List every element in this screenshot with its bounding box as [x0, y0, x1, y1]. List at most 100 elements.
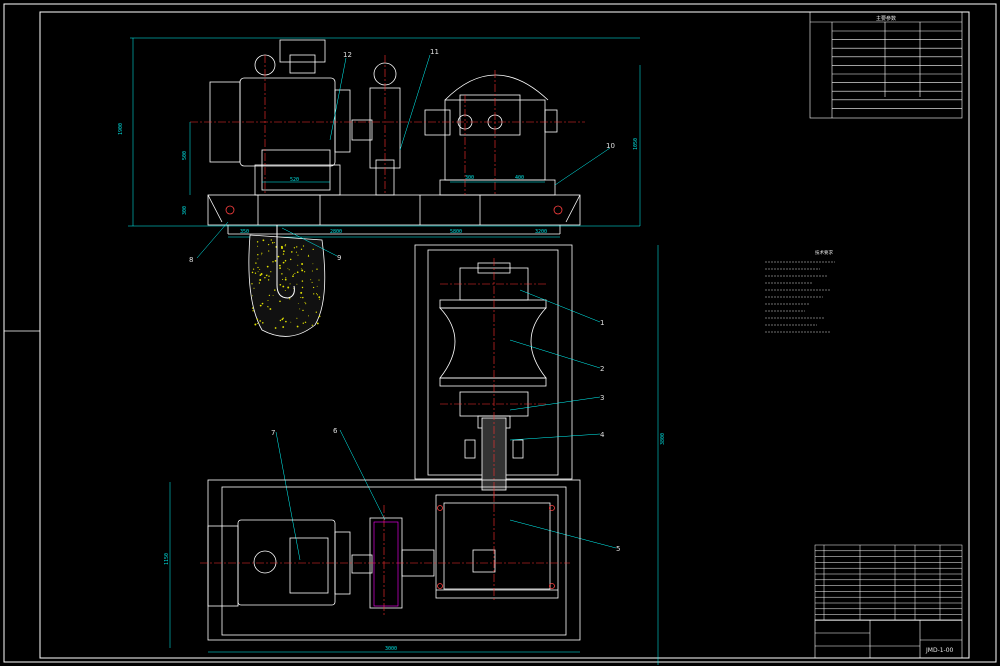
- fill-dot: [318, 296, 321, 299]
- fill-dot: [312, 263, 314, 265]
- fill-dot: [267, 306, 269, 308]
- balloon-4: 4: [600, 431, 605, 439]
- fill-dot: [254, 272, 257, 274]
- fill-dot: [272, 294, 274, 296]
- fill-dot: [256, 322, 258, 324]
- fill-dot: [257, 266, 259, 269]
- fill-dot: [260, 273, 263, 275]
- fill-dot: [267, 243, 270, 246]
- fill-dot: [293, 247, 296, 249]
- fill-dot: [269, 308, 272, 310]
- plan-view: [207, 479, 581, 641]
- fill-dot: [281, 273, 283, 275]
- fill-dot: [316, 322, 319, 325]
- fill-dot: [267, 300, 269, 301]
- drawing-number: JMD-1-00: [925, 647, 954, 654]
- fill-dot: [260, 254, 262, 256]
- fill-dot: [295, 251, 297, 253]
- fill-dot: [304, 321, 307, 324]
- fill-dot: [261, 302, 264, 305]
- fill-dot: [266, 265, 269, 268]
- fill-dot: [318, 315, 321, 318]
- balloon-1: 1: [600, 319, 604, 327]
- fill-dot: [289, 283, 291, 285]
- fill-dot: [258, 282, 261, 284]
- fill-dot: [255, 262, 257, 264]
- fill-dot: [274, 327, 277, 329]
- fill-dot: [252, 310, 254, 312]
- fill-dot: [288, 269, 290, 271]
- fill-dot: [290, 251, 293, 253]
- fill-dot: [311, 324, 313, 326]
- fill-dot: [311, 281, 313, 283]
- balloon-10: 10: [606, 142, 615, 150]
- fill-dot: [312, 248, 314, 251]
- fill-dot: [267, 279, 270, 281]
- fill-dot: [251, 283, 253, 285]
- fill-dot: [293, 274, 294, 276]
- fill-dot: [262, 239, 265, 242]
- fill-dot: [303, 271, 306, 273]
- fill-dot: [300, 268, 302, 270]
- fill-dot: [297, 254, 299, 256]
- fill-dot: [315, 311, 317, 313]
- load-block: [248, 225, 326, 337]
- dim-front-1: 2800: [330, 229, 342, 235]
- fill-dot: [289, 298, 291, 300]
- drum-leaders: [169, 245, 659, 665]
- balloon-2: 2: [600, 365, 604, 373]
- fill-dot: [285, 244, 287, 246]
- fill-dot: [259, 269, 261, 270]
- balloon-6: 6: [333, 427, 338, 435]
- fill-dot: [257, 258, 259, 260]
- fill-dot: [261, 252, 263, 254]
- fill-dot: [274, 260, 277, 262]
- fill-dot: [318, 298, 320, 300]
- fill-dot: [257, 254, 259, 256]
- fill-dot: [313, 293, 315, 295]
- fill-dot: [318, 279, 320, 281]
- fill-dot: [285, 320, 287, 323]
- svg-text:400: 400: [515, 175, 524, 181]
- upper-balloon-labels: 12 11 10 8 9: [189, 48, 615, 264]
- balloon-11: 11: [430, 48, 439, 56]
- fill-dot: [280, 245, 283, 248]
- front-centerlines: [190, 55, 585, 195]
- tech-notes-title: 技术要求: [815, 249, 833, 256]
- fill-dot: [262, 322, 264, 324]
- fill-dot: [282, 278, 284, 281]
- fill-dot: [256, 241, 259, 243]
- fill-dot: [251, 307, 254, 309]
- fill-dot: [268, 250, 270, 252]
- fill-dot: [259, 320, 262, 322]
- fill-dot: [302, 309, 304, 312]
- fill-dot: [279, 267, 281, 269]
- balloon-7: 7: [271, 429, 275, 437]
- fill-dot: [284, 245, 286, 247]
- svg-text:520: 520: [290, 177, 299, 183]
- fill-dot: [304, 301, 306, 303]
- fill-dot: [270, 239, 272, 241]
- fill-dot: [277, 255, 280, 258]
- fill-dot: [264, 276, 266, 279]
- fill-dot: [281, 318, 284, 321]
- fill-dot: [259, 304, 262, 307]
- fill-dot: [301, 269, 304, 272]
- fill-dot: [316, 293, 317, 295]
- fill-dot: [307, 255, 310, 257]
- fill-dot: [282, 261, 285, 264]
- fill-dot: [282, 317, 284, 319]
- dim-front-2: 5800: [450, 229, 462, 235]
- fill-dot: [251, 271, 254, 274]
- balloon-12: 12: [343, 51, 352, 59]
- plan-highlight: [373, 521, 399, 607]
- fill-dot: [287, 286, 290, 289]
- fill-dot: [274, 289, 276, 291]
- parameters-title: 主要参数: [876, 15, 896, 22]
- fill-dot: [299, 308, 301, 310]
- fill-dot: [296, 325, 299, 328]
- balloon-5: 5: [616, 545, 620, 553]
- fill-dot: [253, 287, 255, 289]
- fill-dot: [305, 303, 307, 305]
- fill-dot: [302, 245, 305, 247]
